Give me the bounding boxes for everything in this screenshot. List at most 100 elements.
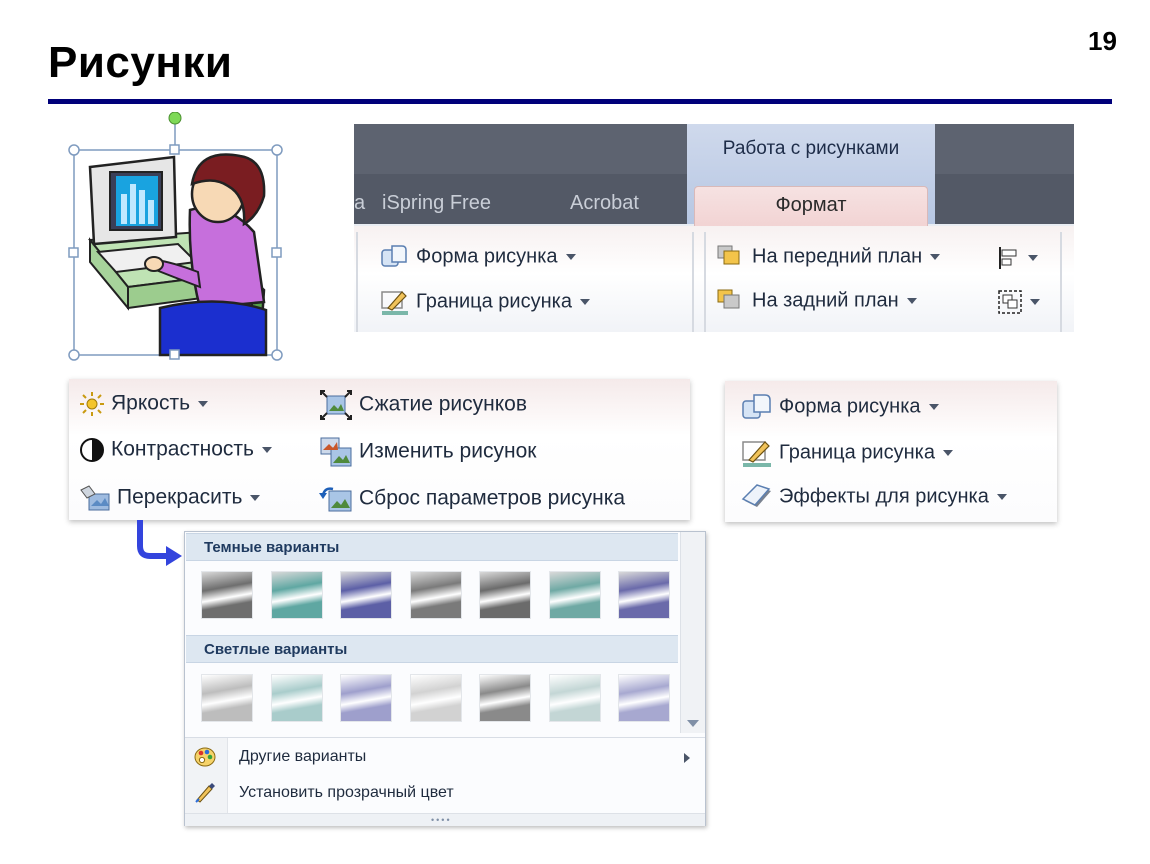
pointer-arrow-icon — [137, 520, 182, 566]
pencil-icon — [742, 441, 771, 467]
dropdown-arrow-icon — [930, 254, 941, 260]
reset-picture-icon — [319, 487, 352, 512]
change-picture-button[interactable]: Изменить рисунок — [319, 436, 536, 468]
title-rule — [48, 99, 1112, 104]
reset-picture-button[interactable]: Сброс параметров рисунка — [319, 483, 625, 515]
brightness-button[interactable]: Яркость — [79, 391, 209, 417]
ribbon-panel — [354, 226, 1074, 332]
send-to-back-icon — [717, 289, 740, 309]
group-objects-icon — [998, 290, 1022, 314]
set-transparent-color-item[interactable]: Установить прозрачный цвет — [239, 784, 454, 802]
contrast-label: Контрастность — [111, 437, 254, 461]
recolor-swatch[interactable] — [409, 571, 462, 619]
dark-variants-gallery — [195, 571, 675, 625]
recolor-swatch[interactable] — [201, 674, 253, 722]
tab-truncated[interactable]: a — [354, 192, 365, 215]
rotate-handle — [168, 112, 182, 125]
page-number: 19 — [1088, 26, 1117, 56]
bring-to-front-button[interactable]: На передний план — [716, 244, 941, 270]
recolor-label: Перекрасить — [117, 485, 243, 509]
adjust-group: Яркость Контрастность Перекрасить Сжатие… — [69, 379, 690, 520]
recolor-icon — [80, 485, 110, 511]
pencil-icon — [381, 291, 408, 315]
contrast-icon — [80, 438, 104, 462]
recolor-button[interactable]: Перекрасить — [79, 484, 261, 512]
grip-dots-icon: •••• — [431, 815, 452, 825]
picture-shape-icon — [742, 394, 771, 419]
picture-border-button[interactable]: Граница рисунка — [380, 288, 590, 316]
picture-effects-icon — [741, 484, 771, 507]
sun-icon — [80, 392, 104, 416]
recolor-swatch[interactable] — [340, 571, 392, 619]
eyedropper-icon — [195, 783, 215, 803]
reset-picture-label: Сброс параметров рисунка — [359, 486, 626, 510]
dropdown-arrow-icon — [565, 254, 576, 260]
group-separator — [692, 232, 694, 332]
group-separator — [1060, 232, 1062, 332]
recolor-swatch[interactable] — [201, 571, 253, 619]
compress-icon — [320, 390, 352, 420]
recolor-swatch[interactable] — [548, 674, 601, 722]
picture-border-label: Граница рисунка — [416, 290, 572, 313]
ribbon-screenshot: Работа с рисунками a iSpring Free Acroba… — [354, 124, 1074, 332]
recolor-swatch[interactable] — [340, 674, 392, 722]
picture-shape-icon — [381, 245, 407, 267]
picture-shape-button[interactable]: Форма рисунка — [380, 244, 576, 270]
dark-variants-header: Темные варианты — [186, 533, 678, 561]
resize-grip[interactable]: •••• — [185, 813, 705, 826]
tab-ispring-free[interactable]: iSpring Free — [382, 192, 491, 215]
recolor-swatch[interactable] — [479, 571, 531, 619]
context-group-title: Работа с рисунками — [722, 138, 900, 159]
styles-picture-shape-button[interactable]: Форма рисунка — [741, 393, 939, 421]
palette-icon — [194, 747, 216, 767]
recolor-swatch[interactable] — [270, 571, 323, 619]
recolor-swatch[interactable] — [618, 571, 670, 619]
align-icon — [999, 247, 1017, 269]
dropdown-arrow-icon — [261, 447, 272, 453]
compress-pictures-button[interactable]: Сжатие рисунков — [319, 389, 527, 421]
scroll-down-icon[interactable] — [687, 718, 699, 728]
contrast-button[interactable]: Контрастность — [79, 437, 272, 463]
dropdown-arrow-icon — [579, 299, 590, 305]
dropdown-arrow-icon — [906, 298, 917, 304]
recolor-swatch[interactable] — [409, 674, 462, 722]
picture-shape-label: Форма рисунка — [416, 245, 558, 268]
submenu-arrow-icon — [684, 753, 690, 763]
recolor-swatch[interactable] — [548, 571, 601, 619]
selected-clipart-image[interactable] — [68, 112, 288, 362]
recolor-swatch[interactable] — [479, 674, 531, 722]
bring-to-front-label: На передний план — [752, 245, 923, 268]
menu-separator — [185, 737, 705, 738]
send-to-back-button[interactable]: На задний план — [716, 288, 917, 314]
styles-picture-border-label: Граница рисунка — [779, 441, 935, 464]
styles-picture-shape-label: Форма рисунка — [779, 395, 921, 418]
recolor-dropdown-menu: Темные варианты Светлые варианты Другие … — [184, 531, 706, 826]
align-button[interactable] — [996, 245, 1038, 271]
more-variants-item[interactable]: Другие варианты — [239, 748, 366, 766]
change-picture-label: Изменить рисунок — [359, 439, 537, 463]
dropdown-arrow-icon — [942, 450, 953, 456]
styles-picture-border-button[interactable]: Граница рисунка — [741, 438, 953, 468]
send-to-back-label: На задний план — [752, 289, 899, 312]
light-variants-header: Светлые варианты — [186, 635, 678, 663]
dropdown-arrow-icon — [198, 401, 209, 407]
group-separator — [356, 232, 358, 332]
dropdown-arrow-icon — [1030, 299, 1040, 305]
bring-to-front-icon — [717, 245, 740, 265]
compress-label: Сжатие рисунков — [359, 392, 528, 416]
dropdown-arrow-icon — [996, 494, 1007, 500]
picture-effects-button[interactable]: Эффекты для рисунка — [741, 483, 1007, 511]
dropdown-arrow-icon — [250, 495, 261, 501]
recolor-swatch[interactable] — [618, 674, 670, 722]
group-separator — [704, 232, 706, 332]
group-objects-button[interactable] — [996, 288, 1040, 316]
gallery-scrollbar[interactable] — [680, 532, 705, 733]
dropdown-arrow-icon — [1028, 255, 1038, 261]
picture-styles-group: Форма рисунка Граница рисунка Эффекты дл… — [725, 381, 1057, 522]
change-picture-icon — [320, 437, 352, 467]
light-variants-gallery — [195, 674, 675, 728]
brightness-label: Яркость — [111, 391, 191, 415]
recolor-swatch[interactable] — [270, 674, 323, 722]
dropdown-arrow-icon — [928, 404, 939, 410]
tab-acrobat[interactable]: Acrobat — [570, 192, 639, 215]
